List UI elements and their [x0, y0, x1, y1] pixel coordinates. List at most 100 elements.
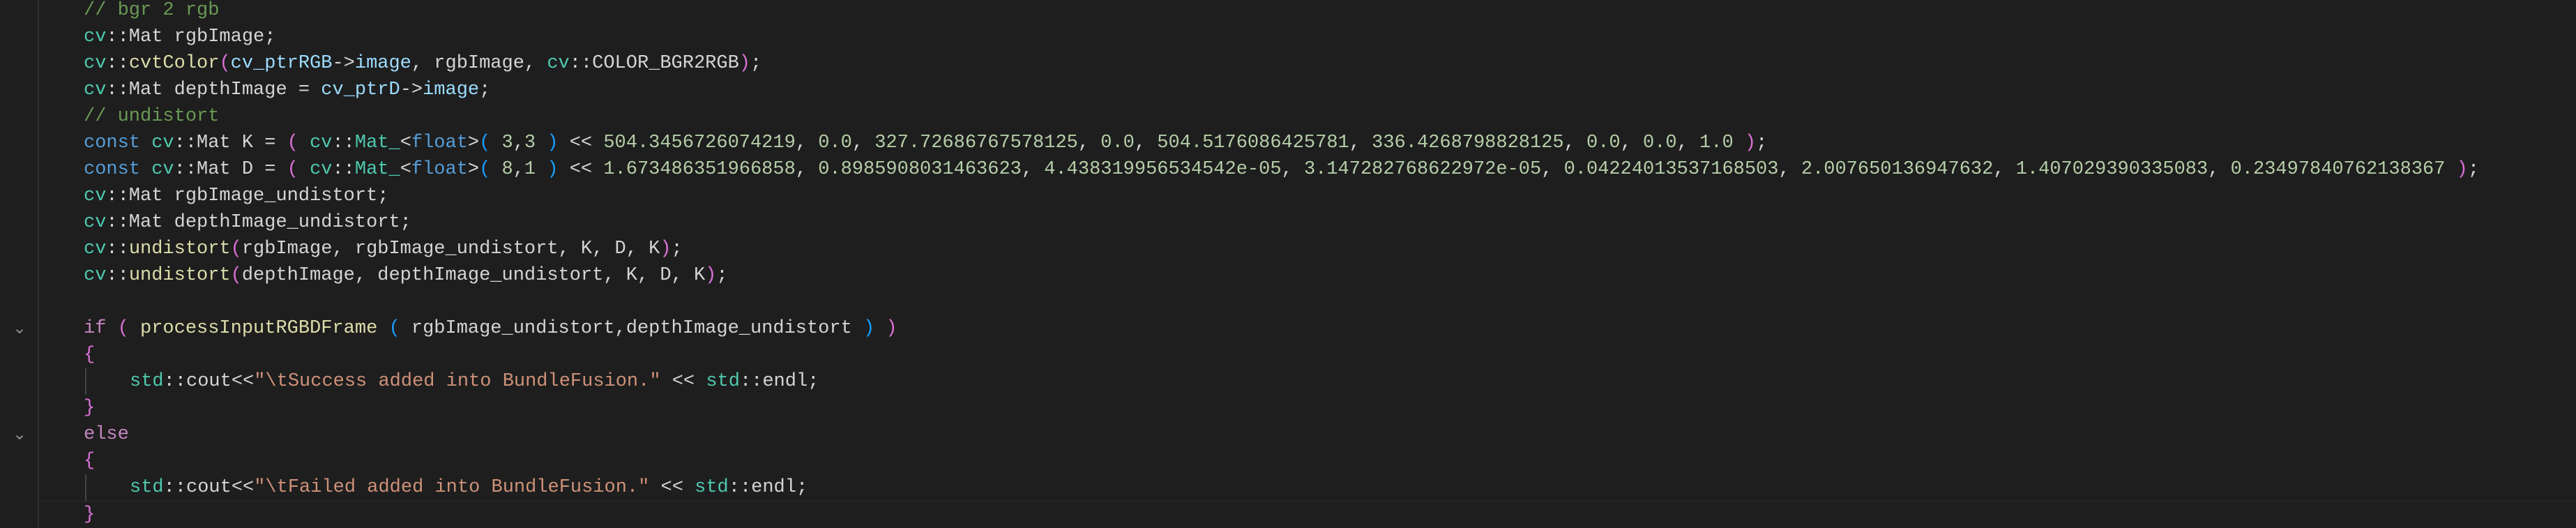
code-token: ::Mat rgbImage_undistort;: [106, 186, 389, 206]
code-area[interactable]: // bgr 2 rgb cv::Mat rgbImage; cv::cvtColo…: [39, 0, 2576, 527]
code-token: ,: [1993, 159, 2016, 180]
code-token: ::Mat depthImage_undistort;: [106, 212, 411, 233]
code-token: ,: [795, 133, 819, 153]
code-token: processInputRGBDFrame: [140, 318, 378, 339]
code-token: ::: [332, 159, 355, 180]
code-line[interactable]: cv::Mat depthImage = cv_ptrD->image;: [39, 77, 2576, 103]
code-token: {: [84, 345, 96, 365]
code-line[interactable]: std::cout<<"\tSuccess added into BundleF…: [39, 368, 2576, 395]
code-token: <<: [558, 159, 604, 180]
indent-guide: [85, 368, 86, 395]
code-token: image: [354, 53, 411, 74]
code-line[interactable]: // undistort: [39, 103, 2576, 130]
code-token: ::cout<<: [163, 371, 255, 392]
code-token: cv: [84, 27, 107, 47]
code-token: ): [1733, 133, 1757, 153]
code-token: const: [84, 159, 152, 180]
code-token: ,: [1021, 159, 1045, 180]
code-line[interactable]: const cv::Mat K = ( cv::Mat_<float>( 3,3…: [39, 130, 2576, 156]
code-line-text: const cv::Mat K = ( cv::Mat_<float>( 3,3…: [84, 130, 1767, 156]
code-token: ,: [513, 133, 524, 153]
code-token: ::Mat depthImage =: [106, 80, 321, 100]
code-token: float: [411, 159, 468, 180]
code-token: ;: [716, 265, 728, 286]
code-token: ::endl;: [728, 477, 808, 498]
code-token: 0.8985908031463623: [818, 159, 1022, 180]
code-token: ->: [332, 53, 355, 74]
code-line[interactable]: cv::cvtColor(cv_ptrRGB->image, rgbImage,…: [39, 50, 2576, 77]
code-token: ): [660, 239, 672, 259]
code-token: depthImage, depthImage_undistort, K, D, …: [241, 265, 706, 286]
code-token: std: [695, 477, 729, 498]
code-line[interactable]: }: [39, 501, 2576, 528]
code-token: undistort: [128, 265, 231, 286]
code-token: ::: [106, 265, 129, 286]
code-token: 2.007650136947632: [1801, 159, 1994, 180]
code-token: 0.0: [1100, 133, 1135, 153]
code-token: ::endl;: [739, 371, 819, 392]
code-token: (: [287, 159, 310, 180]
chevron-down-icon[interactable]: ⌄: [13, 424, 26, 444]
code-token: ::Mat D =: [174, 159, 287, 180]
code-token: ;: [479, 80, 491, 100]
code-line[interactable]: const cv::Mat D = ( cv::Mat_<float>( 8,1…: [39, 156, 2576, 183]
code-token: ,: [1778, 159, 1801, 180]
code-line[interactable]: cv::undistort(rgbImage, rgbImage_undisto…: [39, 236, 2576, 262]
code-token: "\tSuccess added into BundleFusion.": [254, 371, 661, 392]
code-token: std: [130, 477, 164, 498]
code-token: Mat_: [354, 159, 400, 180]
code-token: ;: [2467, 159, 2480, 180]
code-token: cv: [84, 265, 107, 286]
code-line[interactable]: if ( processInputRGBDFrame ( rgbImage_un…: [39, 315, 2576, 342]
chevron-down-icon[interactable]: ⌄: [13, 318, 26, 338]
code-token: ): [738, 53, 750, 74]
code-token: (: [117, 318, 141, 339]
code-line[interactable]: {: [39, 342, 2576, 368]
code-line[interactable]: else: [39, 421, 2576, 448]
code-token: 3: [524, 133, 536, 153]
code-token: cv_ptrD: [321, 80, 400, 100]
code-line[interactable]: cv::Mat rgbImage_undistort;: [39, 183, 2576, 209]
code-token: ->: [400, 80, 423, 100]
code-token: ,: [1349, 133, 1372, 153]
code-line[interactable]: std::cout<<"\tFailed added into BundleFu…: [39, 474, 2576, 501]
code-token: cv_ptrRGB: [230, 53, 333, 74]
code-token: ::COLOR_BGR2RGB: [569, 53, 739, 74]
code-token: if: [84, 318, 118, 339]
code-token: ): [536, 133, 559, 153]
code-line[interactable]: cv::Mat depthImage_undistort;: [39, 209, 2576, 236]
code-line[interactable]: [39, 289, 2576, 315]
code-line[interactable]: cv::Mat rgbImage;: [39, 24, 2576, 50]
code-token: ::: [106, 239, 129, 259]
code-token: float: [411, 133, 468, 153]
code-token: 4.438319956534542e-05: [1044, 159, 1282, 180]
code-line-text: }: [84, 501, 95, 528]
code-line[interactable]: {: [39, 448, 2576, 474]
code-token: 0.0: [1586, 133, 1621, 153]
code-token: >: [467, 133, 480, 153]
code-token: 504.5176086425781: [1157, 133, 1349, 153]
code-token: undistort: [128, 239, 231, 259]
code-line[interactable]: // bgr 2 rgb: [39, 0, 2576, 24]
code-token: cv: [310, 159, 333, 180]
code-line-text: // undistort: [84, 103, 219, 130]
code-token: rgbImage_undistort,depthImage_undistort: [411, 318, 852, 339]
code-token: <: [400, 133, 411, 153]
code-token: rgbImage, rgbImage_undistort, K, D, K: [241, 239, 660, 259]
code-token: cv: [310, 133, 333, 153]
code-token: >: [467, 159, 480, 180]
code-token: cv: [84, 80, 107, 100]
code-line[interactable]: cv::undistort(depthImage, depthImage_und…: [39, 262, 2576, 289]
code-token: (: [287, 133, 310, 153]
code-token: (: [230, 265, 242, 286]
code-token: cv: [151, 159, 174, 180]
code-token: 0.04224013537168503: [1563, 159, 1779, 180]
code-editor[interactable]: ⌄ ⌄ // bgr 2 rgb cv::Mat rgbImage; cv::cvtC…: [0, 0, 2576, 527]
code-line[interactable]: }: [39, 395, 2576, 421]
code-token: (: [388, 318, 411, 339]
editor-gutter: ⌄ ⌄: [0, 0, 39, 527]
code-token: <<: [558, 133, 604, 153]
code-token: ): [851, 318, 875, 339]
code-line-text: cv::Mat depthImage = cv_ptrD->image;: [84, 77, 490, 103]
